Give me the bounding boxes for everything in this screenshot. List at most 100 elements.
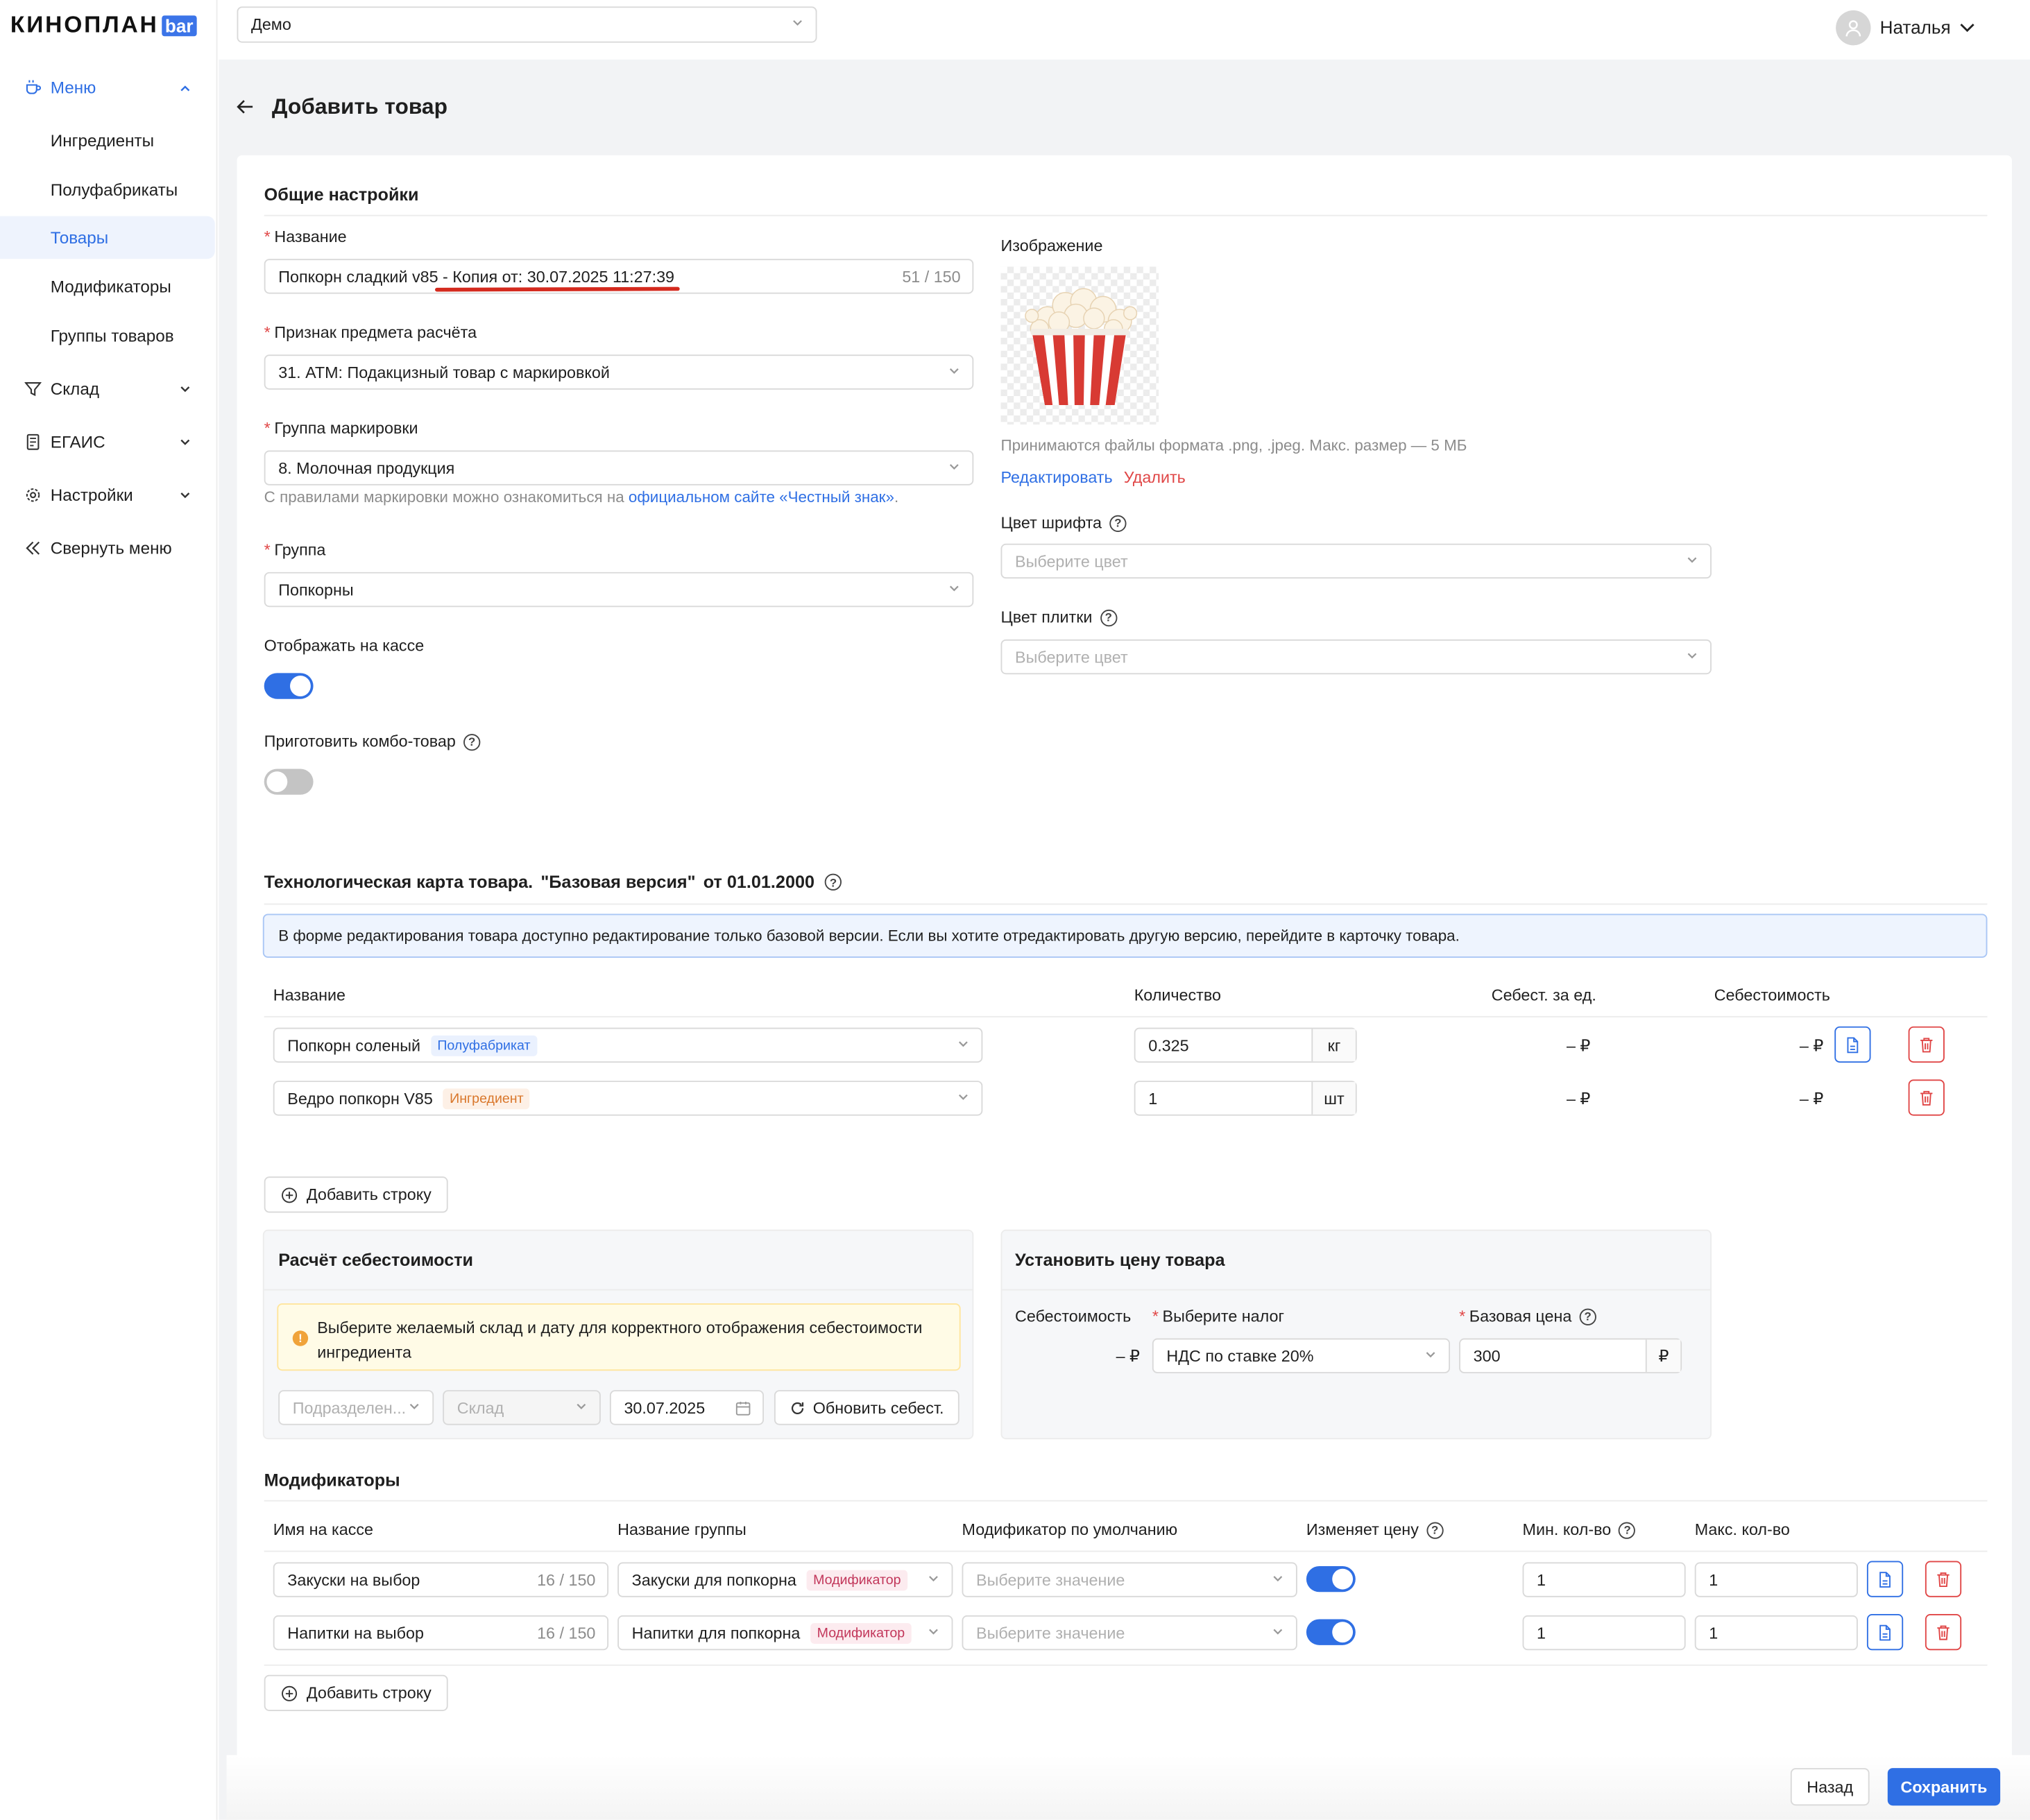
double-chevron-left-icon	[24, 539, 42, 557]
delete-row-button[interactable]	[1908, 1026, 1945, 1063]
sidebar-item-modifiers[interactable]: Модификаторы	[0, 266, 215, 309]
chevron-down-icon[interactable]	[1959, 19, 1975, 40]
ingredient-select[interactable]: Ведро попкорн V85 Ингредиент	[273, 1081, 983, 1116]
chevron-down-icon	[948, 363, 961, 381]
plus-circle-icon	[281, 1685, 297, 1701]
save-button[interactable]: Сохранить	[1887, 1768, 2001, 1806]
modifier-group-select[interactable]: Закуски для попкорна Модификатор	[617, 1562, 953, 1597]
help-icon[interactable]: ?	[1619, 1521, 1636, 1538]
date-picker[interactable]: 30.07.2025	[609, 1390, 764, 1425]
pos-name-input[interactable]: Напитки на выбор 16 / 150	[273, 1615, 609, 1651]
avatar[interactable]	[1836, 10, 1871, 46]
help-icon[interactable]: ?	[1109, 514, 1127, 532]
refresh-cost-button[interactable]: Обновить себест.	[774, 1390, 959, 1425]
sidebar-item-warehouse[interactable]: Склад	[0, 368, 215, 411]
modifier-group-select[interactable]: Напитки для попкорна Модификатор	[617, 1615, 953, 1651]
font-color-placeholder: Выберите цвет	[1015, 551, 1128, 571]
cost-calc-title: Расчёт себестоимости	[278, 1250, 474, 1270]
add-ingredient-row-button[interactable]: Добавить строку	[264, 1176, 448, 1213]
warehouse-select[interactable]: Склад	[443, 1390, 601, 1425]
sidebar-item-settings[interactable]: Настройки	[0, 474, 215, 517]
show-on-pos-toggle[interactable]	[264, 673, 314, 699]
plus-circle-icon	[281, 1187, 297, 1203]
name-input-value: Попкорн сладкий v85 - Копия от: 30.07.20…	[278, 267, 675, 286]
sidebar-item-ingredients[interactable]: Ингредиенты	[0, 119, 215, 162]
max-qty-input[interactable]: 1	[1694, 1615, 1858, 1651]
group-select[interactable]: Попкорны	[264, 572, 974, 608]
unit-cost-value: – ₽	[1566, 1036, 1591, 1055]
col-header-pos-name: Имя на кассе	[273, 1520, 373, 1539]
trash-icon	[1920, 1090, 1933, 1105]
chevron-down-icon	[575, 1398, 588, 1416]
quantity-input[interactable]: 1 шт	[1134, 1081, 1357, 1116]
price-title: Установить цену товара	[1015, 1250, 1225, 1270]
min-qty-input[interactable]: 1	[1522, 1562, 1686, 1597]
help-icon[interactable]: ?	[1100, 609, 1117, 626]
col-header-unit-cost: Себест. за ед.	[1491, 986, 1596, 1005]
unit-cost-value: – ₽	[1566, 1090, 1591, 1108]
default-modifier-select[interactable]: Выберите значение	[962, 1562, 1297, 1597]
add-modifier-row-button[interactable]: Добавить строку	[264, 1674, 448, 1711]
cinema-select[interactable]: Демо	[237, 6, 817, 43]
font-color-label: Цвет шрифта?	[1000, 514, 1127, 532]
chevron-down-icon	[957, 1036, 970, 1054]
divider	[1002, 1289, 1711, 1291]
divider	[264, 1664, 1988, 1666]
chevron-down-icon	[927, 1624, 940, 1642]
sidebar-item-menu[interactable]: Меню	[0, 66, 215, 109]
combo-toggle[interactable]	[264, 769, 314, 795]
max-qty-input[interactable]: 1	[1694, 1562, 1858, 1597]
payment-subject-select[interactable]: 31. АТМ: Подакцизный товар с маркировкой	[264, 354, 974, 390]
edit-image-link[interactable]: Редактировать	[1000, 469, 1112, 487]
pos-name-input[interactable]: Закуски на выбор 16 / 150	[273, 1562, 609, 1597]
price-cost-label: Себестоимость	[1015, 1307, 1132, 1325]
divider	[264, 1289, 973, 1291]
file-icon	[1847, 1036, 1859, 1053]
trash-icon	[1920, 1037, 1933, 1052]
app-logo[interactable]: КИНОПЛАН bar	[10, 12, 198, 39]
quantity-input[interactable]: 0.325 кг	[1134, 1027, 1357, 1063]
chevron-down-icon	[957, 1089, 970, 1107]
marking-group-select[interactable]: 8. Молочная продукция	[264, 450, 974, 486]
base-price-label: * Базовая цена?	[1459, 1307, 1596, 1325]
division-select[interactable]: Подразделен...	[278, 1390, 434, 1425]
tile-color-select[interactable]: Выберите цвет	[1000, 639, 1712, 675]
sidebar-item-egais[interactable]: ЕГАИС	[0, 420, 215, 463]
delete-row-button[interactable]	[1925, 1614, 1962, 1651]
product-image[interactable]	[1000, 266, 1159, 425]
delete-image-link[interactable]: Удалить	[1124, 469, 1186, 487]
honest-sign-link[interactable]: официальном сайте «Честный знак»	[629, 488, 894, 506]
font-color-select[interactable]: Выберите цвет	[1000, 543, 1712, 579]
base-price-input[interactable]: 300 ₽	[1459, 1338, 1682, 1373]
help-icon[interactable]: ?	[824, 873, 842, 891]
delete-row-button[interactable]	[1925, 1561, 1962, 1597]
unit-addon: шт	[1311, 1082, 1356, 1115]
default-modifier-select[interactable]: Выберите значение	[962, 1615, 1297, 1651]
help-icon[interactable]: ?	[463, 733, 481, 750]
col-header-group-name: Название группы	[617, 1520, 747, 1539]
char-counter: 16 / 150	[537, 1624, 596, 1642]
help-icon[interactable]: ?	[1426, 1521, 1444, 1538]
file-button[interactable]	[1866, 1614, 1904, 1651]
file-button[interactable]	[1866, 1561, 1904, 1597]
min-qty-input[interactable]: 1	[1522, 1615, 1686, 1651]
changes-price-toggle[interactable]	[1306, 1619, 1356, 1645]
back-arrow-icon[interactable]	[236, 97, 255, 121]
document-icon	[24, 433, 42, 451]
file-button[interactable]	[1834, 1026, 1871, 1063]
help-icon[interactable]: ?	[1579, 1307, 1596, 1325]
sidebar-collapse-button[interactable]: Свернуть меню	[0, 527, 215, 570]
delete-row-button[interactable]	[1908, 1079, 1945, 1116]
sidebar-item-semi-finished[interactable]: Полуфабрикаты	[0, 169, 215, 212]
back-button[interactable]: Назад	[1790, 1768, 1870, 1806]
user-name[interactable]: Наталья	[1880, 17, 1951, 37]
chevron-down-icon	[1272, 1571, 1285, 1589]
sidebar-item-label: Настройки	[50, 485, 133, 505]
changes-price-toggle[interactable]	[1306, 1565, 1356, 1592]
sidebar-item-product-groups[interactable]: Группы товаров	[0, 314, 215, 357]
tax-select[interactable]: НДС по ставке 20%	[1152, 1338, 1451, 1373]
sidebar-item-products[interactable]: Товары	[0, 216, 215, 259]
chevron-down-icon	[1272, 1624, 1285, 1642]
ingredient-select[interactable]: Попкорн соленый Полуфабрикат	[273, 1027, 983, 1063]
chevron-down-icon	[408, 1398, 421, 1416]
